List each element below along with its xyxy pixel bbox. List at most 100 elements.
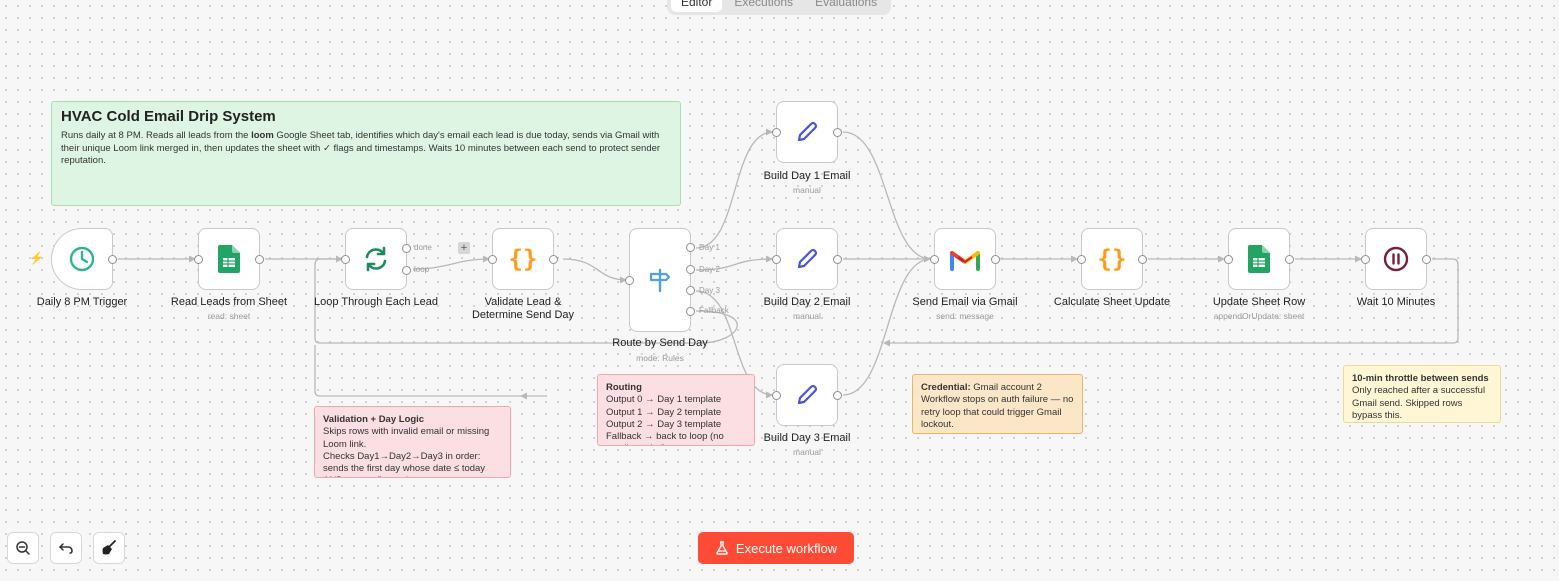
node-build-day3[interactable] [772,364,842,426]
node-label: Send Email via Gmail [912,296,1018,308]
tidy-up-button[interactable] [93,532,125,564]
port-label: Day 1 [699,243,720,252]
node-subtitle: manual [793,185,821,195]
node-label: Calculate Sheet Update [1053,296,1171,308]
node-build-day1[interactable] [772,101,842,163]
input-port[interactable] [1224,255,1233,264]
output-port-done[interactable] [402,244,411,253]
gmail-icon [950,251,980,271]
input-port[interactable] [772,391,781,400]
broom-icon [102,540,116,555]
node-subtitle: manual [793,447,821,457]
output-port[interactable] [1138,255,1147,264]
pencil-icon [797,384,818,405]
node-label: Build Day 3 Email [763,432,851,444]
input-port[interactable] [1361,255,1370,264]
zoom-out-button[interactable] [7,532,39,564]
node-label: Build Day 1 Email [763,170,851,182]
port-label-loop: loop [414,265,430,274]
sticky-note-validation[interactable]: Validation + Day Logic Skips rows with i… [314,406,511,478]
node-read-leads[interactable] [194,228,264,290]
sticky-text-line: Output 0 → Day 1 template [606,394,722,406]
flask-icon [716,541,728,555]
sticky-text-line: Fallback → back to loop (no email needed… [606,431,724,445]
input-port[interactable] [341,255,350,264]
output-port[interactable] [1285,255,1294,264]
sticky-title: Validation + Day Logic [323,414,425,425]
node-build-day2[interactable] [772,228,842,290]
execute-workflow-button[interactable]: Execute workflow [698,532,854,564]
input-port[interactable] [772,255,781,264]
pencil-icon [797,121,818,142]
port-label: Fallback [699,306,729,315]
clock-icon [69,246,95,272]
google-sheets-icon [218,245,240,273]
tab-executions[interactable]: Executions [724,0,803,12]
input-port[interactable] [930,255,939,264]
node-daily-trigger[interactable] [51,228,117,290]
input-port[interactable] [772,128,781,137]
node-label: Determine Send Day [471,309,575,321]
node-subtitle: read: sheet [207,311,251,321]
node-label: Daily 8 PM Trigger [36,296,128,308]
output-port-day1[interactable] [686,243,695,252]
port-label-done: done [414,243,432,252]
tab-editor[interactable]: Editor [671,0,723,12]
node-label: Validate Lead & [484,296,562,308]
node-label: Loop Through Each Lead [314,296,438,308]
pencil-icon [797,248,818,269]
port-label: Day 3 [699,286,720,295]
output-port[interactable] [255,255,264,264]
sticky-text: Workflow stops on auth failure — no retr… [921,394,1074,430]
node-send-gmail[interactable] [930,228,1000,290]
pause-icon [1383,246,1409,272]
output-port[interactable] [108,255,117,264]
code-braces-icon: {} [508,245,538,273]
sticky-title: 10-min throttle between sends [1352,373,1489,384]
output-port[interactable] [833,255,842,264]
output-port[interactable] [833,391,842,400]
tab-evaluations[interactable]: Evaluations [805,0,887,12]
input-port[interactable] [194,255,203,264]
sticky-note-credential[interactable]: Credential: Gmail account 2 Workflow sto… [912,374,1083,434]
output-port[interactable] [1422,255,1431,264]
output-port-day2[interactable] [686,265,695,274]
input-port[interactable] [1077,255,1086,264]
output-port[interactable] [549,255,558,264]
add-node-plus-icon[interactable]: + [458,242,470,254]
node-calculate-update[interactable]: {} [1077,228,1147,290]
input-port[interactable] [488,255,497,264]
trigger-bolt-icon: ⚡ [29,251,44,265]
node-route-send-day[interactable] [625,228,695,332]
node-label: Read Leads from Sheet [170,296,288,308]
sticky-text: Runs daily at 8 PM. Reads all leads from… [61,130,661,167]
node-subtitle: appendOrUpdate: sheet [1213,311,1305,321]
output-port-day3[interactable] [686,286,695,295]
node-validate-lead[interactable]: {} [488,228,558,290]
sticky-text-line: Skips rows with invalid email or missing… [323,426,490,450]
zoom-out-icon [16,541,30,555]
sticky-note-overview[interactable]: HVAC Cold Email Drip System Runs daily a… [51,101,681,206]
output-port-loop[interactable] [402,266,411,275]
output-port[interactable] [991,255,1000,264]
node-loop-leads[interactable] [341,228,411,290]
output-port-fallback[interactable] [686,307,695,316]
signpost-icon [649,268,671,293]
sticky-text: Credential: Gmail account 2 [921,382,1042,393]
sticky-text: Only reached after a successful Gmail se… [1352,385,1486,421]
undo-button[interactable] [50,532,82,564]
node-wait-10-minutes[interactable] [1361,228,1431,290]
input-port[interactable] [625,276,634,285]
output-port[interactable] [833,128,842,137]
execute-workflow-label: Execute workflow [735,540,838,556]
node-subtitle: send: message [936,311,994,321]
port-label: Day 2 [699,265,720,274]
node-update-sheet-row[interactable] [1224,228,1294,290]
node-subtitle: manual [793,311,821,321]
view-tabs: Editor Executions Evaluations [667,0,892,15]
node-label: Wait 10 Minutes [1356,296,1436,308]
google-sheets-icon [1248,245,1270,273]
sticky-note-throttle[interactable]: 10-min throttle between sends Only reach… [1343,365,1501,423]
node-label: Route by Send Day [612,337,708,349]
node-label: Update Sheet Row [1212,296,1306,308]
